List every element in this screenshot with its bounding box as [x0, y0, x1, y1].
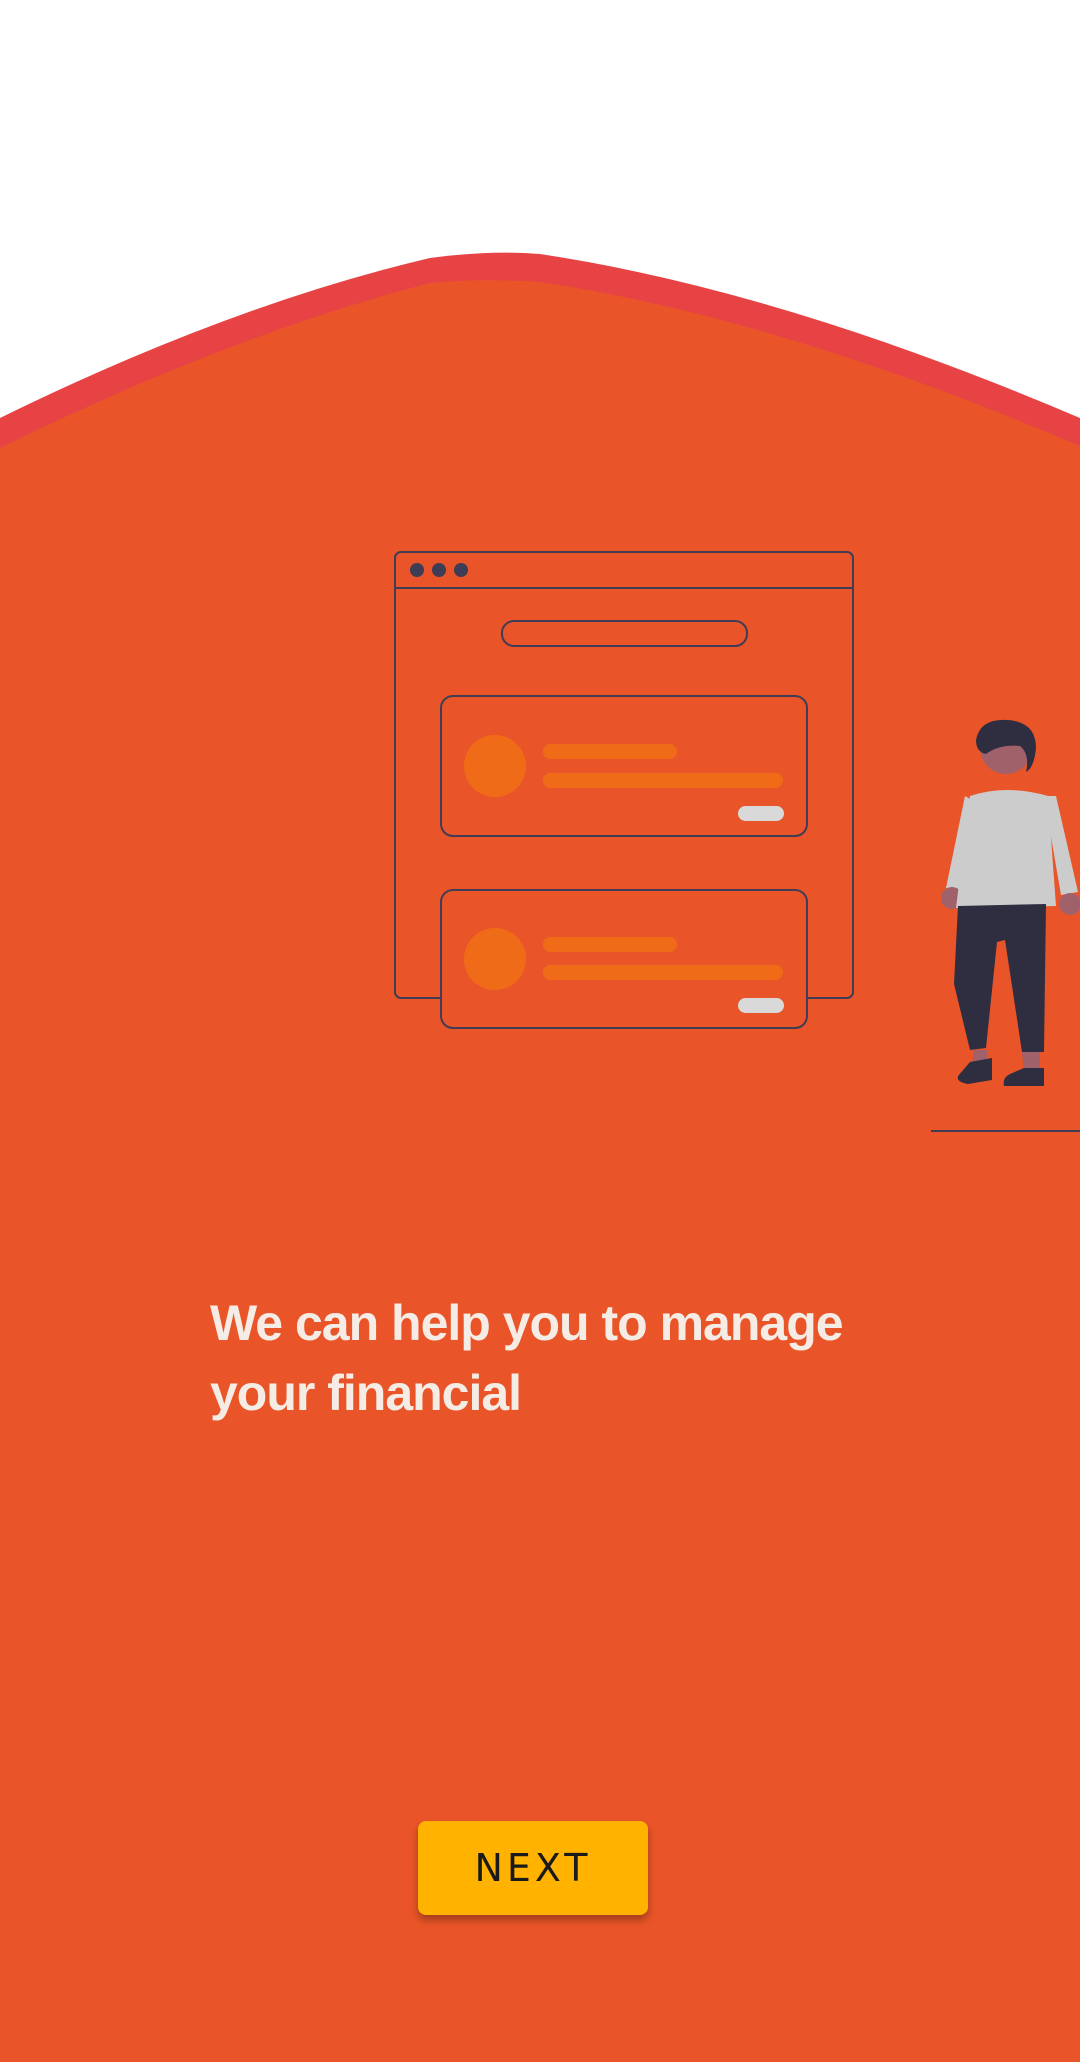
onboarding-headline: We can help you to manage your financial — [210, 1295, 844, 1421]
window-dot-icon — [432, 563, 446, 577]
person-figure — [931, 719, 1080, 1132]
onboarding-illustration — [394, 551, 1080, 1132]
card-placeholder — [440, 889, 808, 1029]
card-placeholder — [440, 695, 808, 837]
onboarding-screen: We can help you to manage your financial… — [0, 0, 1080, 2062]
card-avatar-icon — [464, 928, 526, 990]
card-avatar-icon — [464, 735, 526, 797]
next-button[interactable]: NEXT — [418, 1821, 648, 1915]
window-dot-icon — [410, 563, 424, 577]
window-dot-icon — [454, 563, 468, 577]
